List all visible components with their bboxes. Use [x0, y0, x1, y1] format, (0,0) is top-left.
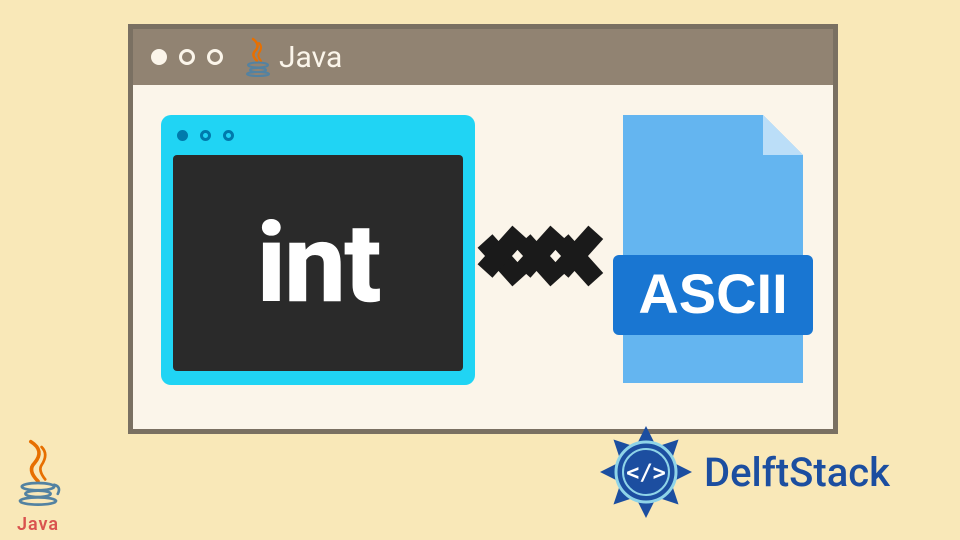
int-card-body: int: [173, 155, 463, 371]
svg-text:</>: </>: [626, 461, 666, 486]
ascii-label: ASCII: [638, 262, 787, 325]
int-card: int: [161, 115, 475, 385]
card-dot: [177, 130, 188, 141]
brand-name: DelftStack: [704, 449, 890, 496]
int-card-titlebar: [161, 115, 475, 155]
window-title: Java: [243, 37, 342, 77]
titlebar: Java: [133, 29, 833, 85]
card-dot: [223, 130, 234, 141]
window-control-dot: [151, 49, 167, 65]
java-logo-icon: [8, 438, 68, 510]
delftstack-logo-icon: </>: [596, 422, 696, 522]
window-control-dot: [179, 49, 195, 65]
app-window: Java int ASCII: [128, 24, 838, 434]
chevron-right-icon: [561, 211, 605, 301]
corner-java-label: Java: [8, 514, 68, 535]
ascii-file-icon: ASCII: [613, 105, 813, 393]
corner-java-logo: Java: [8, 438, 68, 535]
window-title-text: Java: [279, 40, 342, 75]
conversion-arrows: [485, 211, 599, 301]
int-label: int: [256, 199, 379, 328]
java-logo-icon: [243, 37, 273, 77]
card-dot: [200, 130, 211, 141]
window-control-dot: [207, 49, 223, 65]
brand-logo: </> DelftStack: [596, 422, 890, 522]
